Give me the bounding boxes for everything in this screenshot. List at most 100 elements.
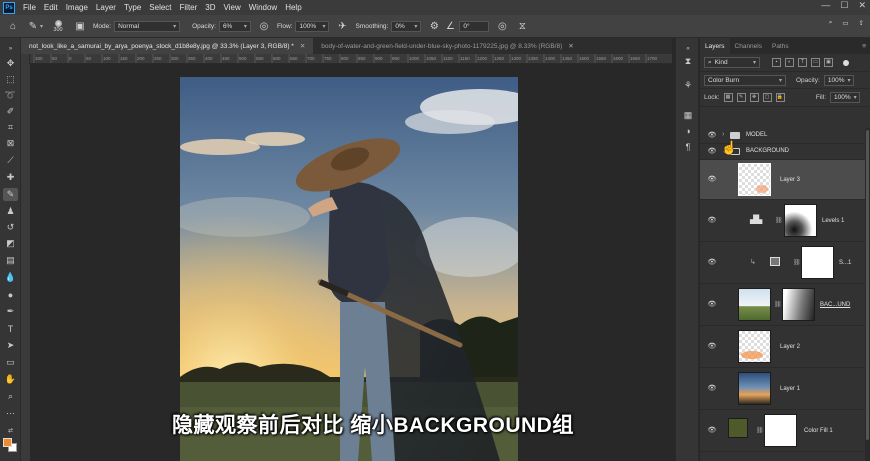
menu-edit[interactable]: Edit	[40, 3, 62, 12]
brush-settings-icon[interactable]: ▣	[73, 19, 87, 33]
flow-field[interactable]: 100%	[295, 20, 330, 32]
move-tool-icon[interactable]: ✥	[3, 57, 18, 70]
lock-pixels-icon[interactable]: ✎	[736, 93, 746, 102]
brush-preset-picker[interactable]: 300	[49, 19, 67, 33]
symmetry-icon[interactable]: ⧖	[515, 19, 529, 33]
lock-artboard-icon[interactable]: ▢	[762, 93, 772, 102]
layer-row-layer-1[interactable]: 👁 Layer 1	[700, 368, 870, 410]
maximize-icon[interactable]: ☐	[840, 0, 848, 11]
filter-pixel-icon[interactable]: ▪	[772, 58, 781, 67]
marquee-tool-icon[interactable]: ⬚	[3, 73, 18, 86]
layer-row-layer-3[interactable]: 👁 Layer 3	[700, 160, 870, 200]
tab-channels[interactable]: Channels	[730, 38, 767, 54]
menu-select[interactable]: Select	[145, 3, 175, 12]
lock-transparent-icon[interactable]: ▦	[723, 93, 733, 102]
lock-all-icon[interactable]: 🔒	[775, 93, 785, 102]
tab-paths[interactable]: Paths	[767, 38, 794, 54]
visibility-eye-icon[interactable]: 👁	[707, 385, 717, 392]
layer-mask-thumbnail[interactable]	[801, 246, 834, 279]
visibility-eye-icon[interactable]: 👁	[707, 427, 717, 434]
layer-row-background-image[interactable]: 👁 ⛓ BAC...UND	[700, 284, 870, 326]
rectangle-tool-icon[interactable]: ▭	[3, 356, 18, 369]
document-image[interactable]	[180, 77, 518, 461]
minimize-icon[interactable]: —	[821, 0, 830, 11]
visibility-eye-icon[interactable]: 👁	[707, 343, 717, 350]
panel-menu-icon[interactable]: ≡	[862, 38, 870, 54]
vertical-ruler[interactable]	[21, 64, 30, 461]
opacity-field[interactable]: 6%	[218, 20, 251, 32]
tab-layers[interactable]: Layers	[700, 38, 730, 54]
layer-row-levels-1[interactable]: 👁 ▟▙ ⛓ Levels 1	[700, 200, 870, 242]
filter-toggle-icon[interactable]	[843, 59, 849, 66]
menu-help[interactable]: Help	[281, 3, 305, 12]
eyedropper-tool-icon[interactable]: ⟋	[3, 154, 18, 167]
visibility-eye-icon[interactable]: 👁	[707, 217, 717, 224]
layer-opacity-field[interactable]: 100%	[823, 74, 854, 86]
home-icon[interactable]: ⌂	[6, 19, 20, 33]
gradient-tool-icon[interactable]: ▤	[3, 254, 18, 267]
photoshop-logo[interactable]: Ps	[3, 1, 15, 14]
frame-tool-icon[interactable]: ⊠	[3, 137, 18, 150]
search-icon[interactable]: ⌕	[829, 19, 833, 27]
layer-mask-thumbnail[interactable]	[764, 414, 797, 447]
clone-stamp-tool-icon[interactable]: ♟	[3, 205, 18, 218]
chevron-down-icon[interactable]: ▾	[40, 23, 43, 30]
filter-type-icon[interactable]: T	[798, 58, 807, 67]
swap-colors-icon[interactable]: ⇄	[3, 424, 18, 437]
filter-shape-icon[interactable]: ▭	[811, 58, 820, 67]
healing-brush-tool-icon[interactable]: ✚	[3, 171, 18, 184]
toolbar-collapse-icon[interactable]: »	[3, 42, 18, 55]
blend-mode-select[interactable]: Color Burn	[704, 74, 786, 86]
close-tab-icon[interactable]: ✕	[568, 42, 573, 50]
smoothing-settings-gear-icon[interactable]: ⚙	[427, 19, 441, 33]
fill-field[interactable]: 100%	[830, 92, 860, 103]
tab-field-document[interactable]: body-of-water-and-green-field-under-blue…	[313, 38, 581, 54]
zoom-tool-icon[interactable]: ⌕	[3, 390, 18, 403]
mode-select[interactable]: Normal	[114, 20, 181, 32]
layer-row-layer-2[interactable]: 👁 Layer 2	[700, 326, 870, 368]
scrollbar-thumb[interactable]	[866, 130, 869, 440]
link-icon[interactable]: ⛓	[793, 259, 801, 266]
menu-type[interactable]: Type	[120, 3, 145, 12]
path-select-tool-icon[interactable]: ➤	[3, 339, 18, 352]
libraries-panel-icon[interactable]: ▦	[681, 108, 695, 122]
menu-window[interactable]: Window	[245, 3, 281, 12]
pressure-opacity-icon[interactable]: ◎	[257, 19, 271, 33]
menu-file[interactable]: File	[19, 3, 40, 12]
pen-tool-icon[interactable]: ✒	[3, 305, 18, 318]
link-icon[interactable]: ⛓	[775, 217, 783, 224]
layers-scrollbar[interactable]	[865, 128, 870, 461]
workspace-icon[interactable]: ▭	[842, 19, 848, 27]
filter-kind-select[interactable]: ⌕ Kind	[704, 57, 760, 68]
eraser-tool-icon[interactable]: ◩	[3, 237, 18, 250]
link-icon[interactable]: ⛓	[756, 427, 764, 434]
chevron-right-icon[interactable]: ›	[722, 131, 724, 138]
hand-tool-icon[interactable]: ✋	[3, 373, 18, 386]
menu-3d[interactable]: 3D	[201, 3, 219, 12]
filter-adjustment-icon[interactable]: ◐	[785, 58, 794, 67]
filter-smart-object-icon[interactable]: ▣	[824, 58, 833, 67]
lock-position-icon[interactable]: ✥	[749, 93, 759, 102]
visibility-eye-icon[interactable]: 👁	[707, 301, 717, 308]
more-tools-icon[interactable]: ⋯	[3, 407, 18, 420]
crop-tool-icon[interactable]: ⌗	[3, 121, 18, 134]
horizontal-ruler[interactable]: 100 50 0 50 100 150 200 250 300 350 400 450 500 550 60…	[30, 54, 672, 64]
visibility-eye-icon[interactable]: 👁	[707, 259, 717, 266]
menu-filter[interactable]: Filter	[176, 3, 202, 12]
pressure-size-icon[interactable]: ◎	[495, 19, 509, 33]
history-panel-icon[interactable]: ⧗	[681, 54, 695, 68]
dodge-tool-icon[interactable]: ●	[3, 288, 18, 301]
quick-select-tool-icon[interactable]: ✐	[3, 105, 18, 118]
airbrush-icon[interactable]: ✈	[335, 19, 349, 33]
brush-tool-icon[interactable]: ✎	[26, 19, 40, 33]
lasso-tool-icon[interactable]: ➰	[3, 89, 18, 102]
type-tool-icon[interactable]: T	[3, 322, 18, 335]
visibility-eye-icon[interactable]: 👁	[707, 176, 717, 183]
visibility-eye-icon[interactable]: 👁	[707, 132, 717, 139]
blur-tool-icon[interactable]: 💧	[3, 271, 18, 284]
brush-tool-active-icon[interactable]: ✎	[3, 188, 18, 201]
visibility-eye-icon[interactable]: 👁	[707, 148, 717, 155]
canvas-area[interactable]	[30, 64, 672, 461]
menu-view[interactable]: View	[220, 3, 245, 12]
adjustments-panel-icon[interactable]: ◑	[681, 124, 695, 138]
